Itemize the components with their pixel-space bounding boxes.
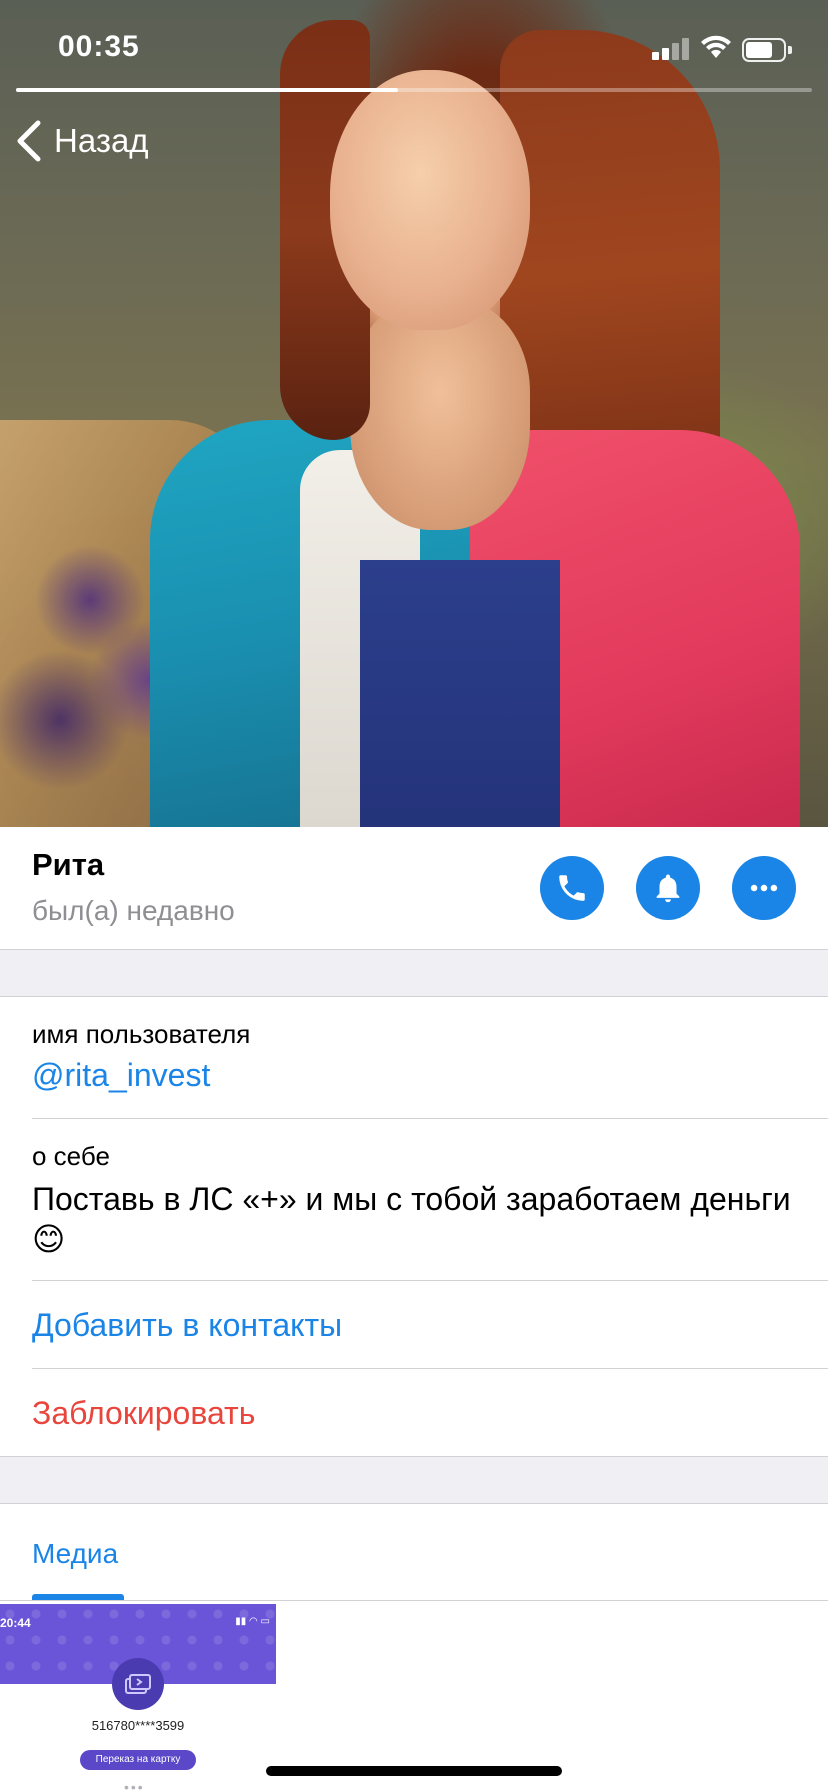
profile-header: Рита был(а) недавно	[0, 827, 828, 949]
thumbnail-transfer-button: Переказ на картку	[80, 1750, 196, 1770]
status-time: 00:35	[58, 30, 140, 63]
call-button[interactable]	[540, 856, 604, 920]
back-button[interactable]: Назад	[14, 116, 149, 166]
wifi-icon	[701, 35, 731, 58]
divider	[32, 1368, 828, 1369]
block-button[interactable]: Заблокировать	[32, 1395, 255, 1432]
phone-icon	[559, 875, 585, 901]
tab-media[interactable]: Медиа	[32, 1538, 118, 1570]
more-dots-icon	[750, 884, 778, 892]
bell-icon	[656, 874, 680, 903]
username-value[interactable]: @rita_invest	[32, 1057, 210, 1094]
media-thumbnail[interactable]: 20:44 ▮▮ ◠ ▭ 516780****3599 Переказ на к…	[0, 1604, 276, 1792]
divider	[32, 1118, 828, 1119]
battery-icon	[742, 38, 792, 62]
home-indicator	[266, 1766, 562, 1776]
divider	[0, 1600, 828, 1601]
thumbnail-time: 20:44	[0, 1616, 31, 1630]
info-section: имя пользователя @rita_invest о себе Пос…	[0, 997, 828, 1456]
card-transfer-icon	[112, 1658, 164, 1710]
photo-progress-fill	[16, 88, 399, 92]
more-button[interactable]	[732, 856, 796, 920]
chevron-left-icon	[17, 120, 41, 162]
thumbnail-status-icons: ▮▮ ◠ ▭	[235, 1616, 270, 1627]
photo-jacket-navy	[360, 560, 560, 827]
section-separator	[0, 949, 828, 997]
section-separator	[0, 1456, 828, 1504]
profile-name: Рита	[32, 847, 105, 882]
status-bar: 00:35	[0, 0, 828, 88]
divider	[32, 1280, 828, 1281]
thumbnail-card-number: 516780****3599	[91, 1718, 185, 1733]
mute-button[interactable]	[636, 856, 700, 920]
photo-progress-bar	[16, 88, 812, 92]
photo-neck	[350, 300, 530, 530]
cellular-signal-icon	[652, 38, 690, 60]
back-label: Назад	[54, 122, 149, 159]
add-contact-button[interactable]: Добавить в контакты	[32, 1307, 342, 1344]
profile-last-seen: был(а) недавно	[32, 895, 235, 926]
username-label: имя пользователя	[32, 1019, 251, 1049]
thumbnail-dots-icon: •••	[124, 1779, 145, 1792]
bio-label: о себе	[32, 1141, 110, 1171]
photo-face	[330, 70, 530, 330]
bio-value: Поставь в ЛС «+» и мы с тобой заработаем…	[32, 1181, 791, 1257]
